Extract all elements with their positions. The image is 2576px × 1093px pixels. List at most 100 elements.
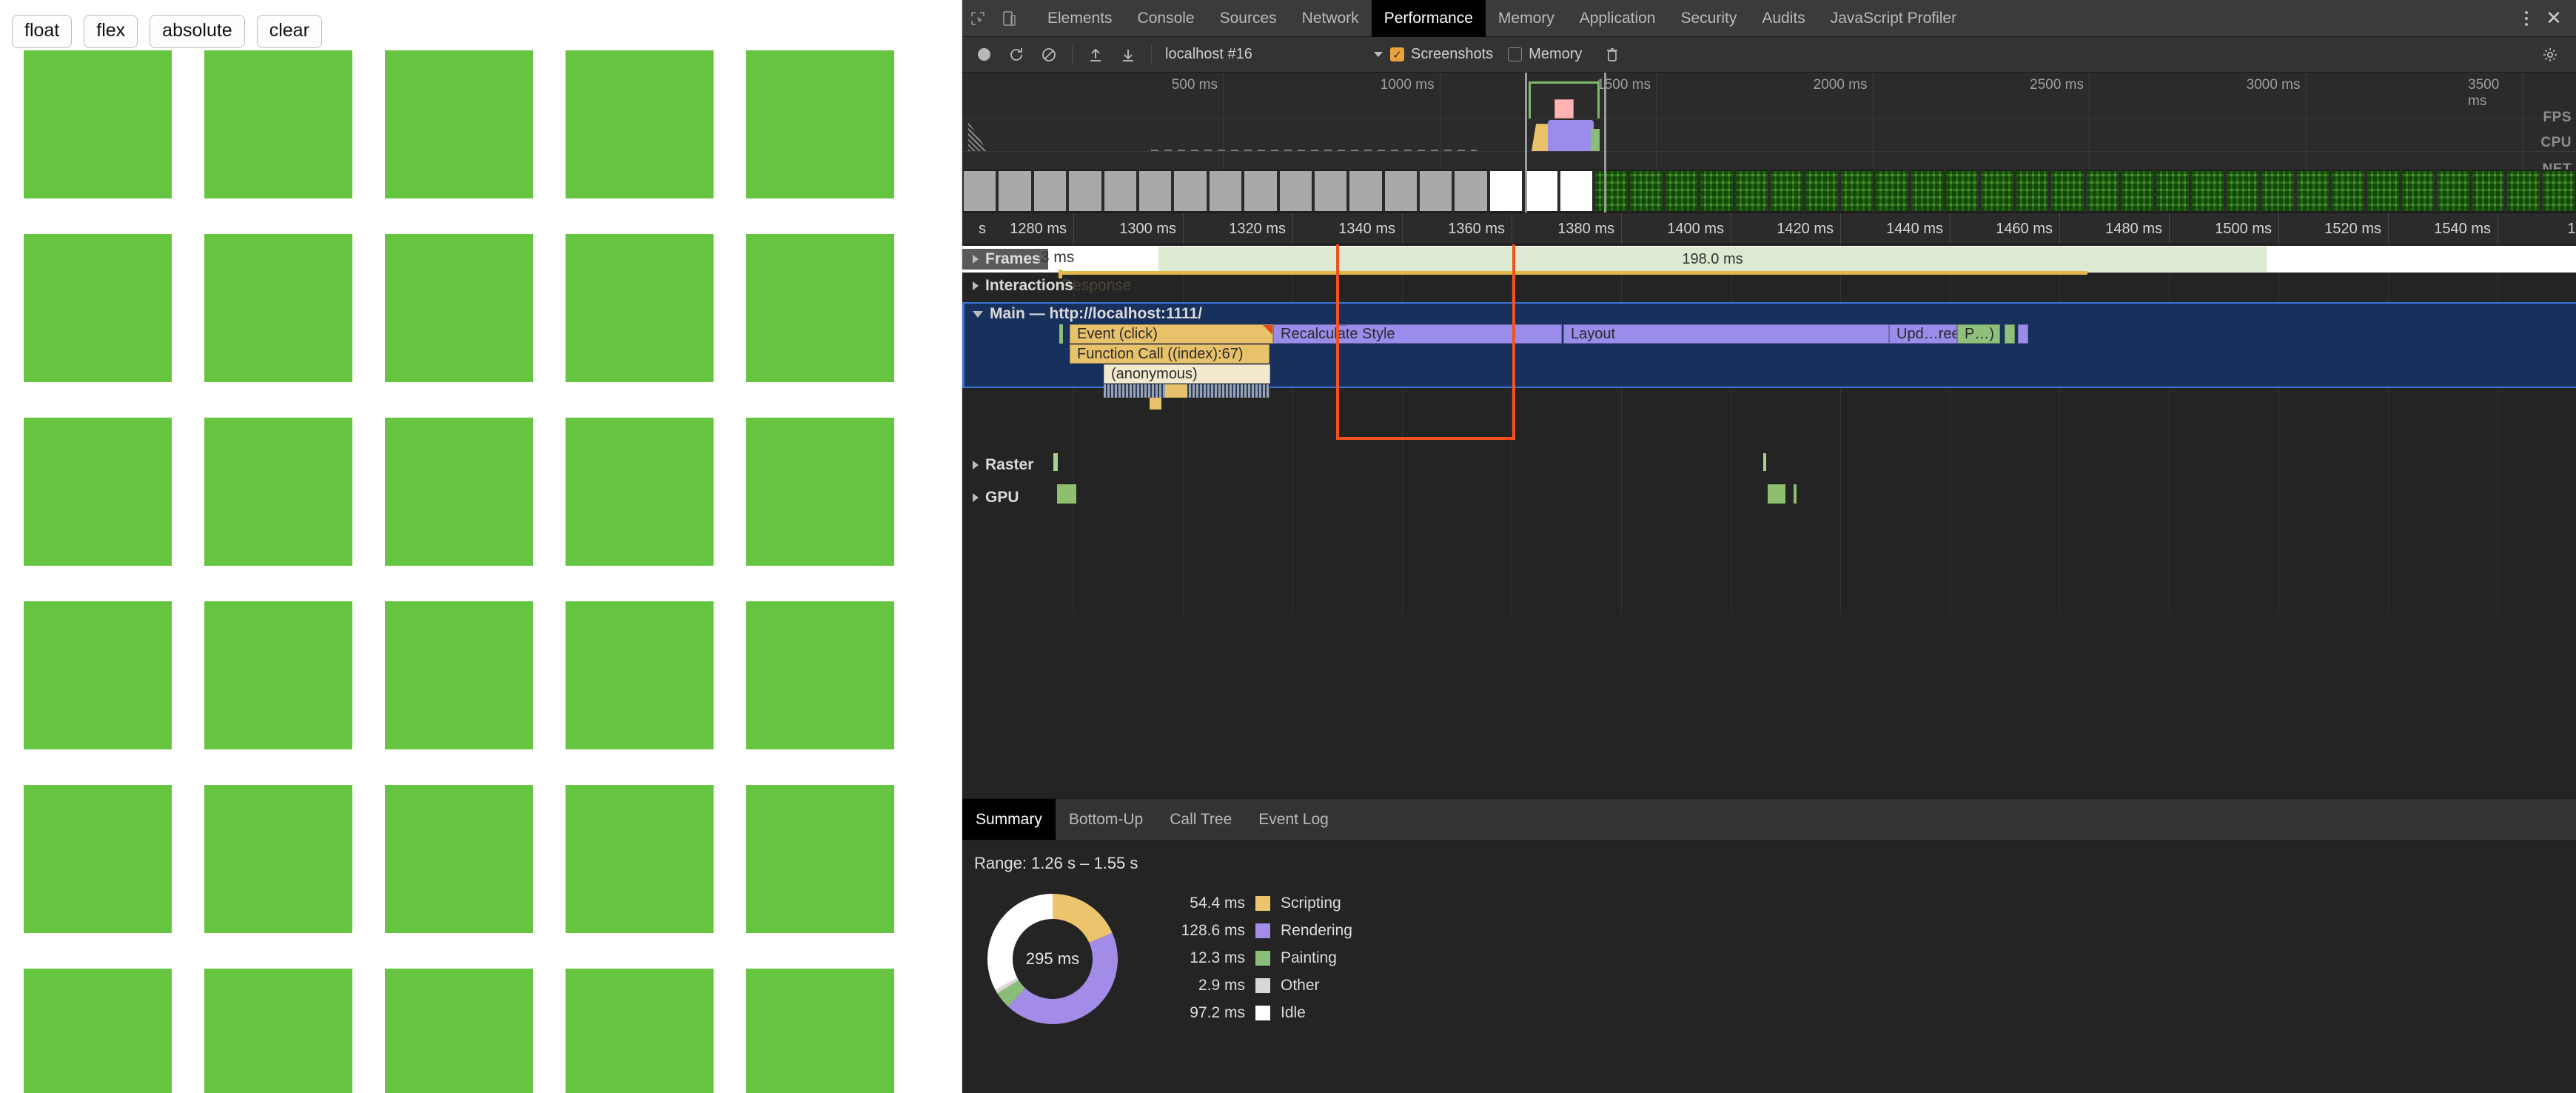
- inspect-element-icon[interactable]: [962, 3, 993, 34]
- filmstrip-frame[interactable]: [1910, 170, 1945, 213]
- filmstrip-frame[interactable]: [2330, 170, 2365, 213]
- filmstrip-frame[interactable]: [1699, 170, 1734, 213]
- flamechart[interactable]: 198.0 ms.3 msFramesInteractionsResponseM…: [962, 244, 2576, 615]
- details-tab-event-log[interactable]: Event Log: [1245, 799, 1342, 840]
- flame-event[interactable]: P…): [1957, 324, 2000, 344]
- flame-event[interactable]: (anonymous): [1104, 364, 1270, 384]
- filmstrip-frame[interactable]: [1664, 170, 1699, 213]
- filmstrip-frame[interactable]: [1979, 170, 2014, 213]
- track-header-raster[interactable]: Raster: [962, 456, 1033, 474]
- filmstrip-frame[interactable]: [2401, 170, 2435, 213]
- tab-application[interactable]: Application: [1567, 0, 1668, 37]
- filmstrip-frame[interactable]: [2506, 170, 2540, 213]
- track-header-main[interactable]: Main — http://localhost:1111/: [962, 305, 1202, 323]
- filmstrip-frame[interactable]: [2541, 170, 2576, 213]
- collapse-arrow-icon[interactable]: [973, 311, 983, 318]
- filmstrip-frame[interactable]: [2050, 170, 2084, 213]
- tab-memory[interactable]: Memory: [1486, 0, 1567, 37]
- filmstrip-frame[interactable]: [2225, 170, 2260, 213]
- absolute-button[interactable]: absolute: [150, 15, 245, 48]
- filmstrip-frame[interactable]: [997, 170, 1032, 213]
- flame-event-small[interactable]: [2005, 324, 2015, 344]
- frame-duration-label[interactable]: 198.0 ms: [1158, 247, 2267, 272]
- expand-arrow-icon[interactable]: [973, 493, 979, 502]
- expand-arrow-icon[interactable]: [973, 255, 979, 264]
- timeline-overview[interactable]: 500 ms1000 ms1500 ms2000 ms2500 ms3000 m…: [962, 73, 2576, 213]
- filmstrip-frame[interactable]: [1804, 170, 1839, 213]
- filmstrip-frame[interactable]: [1839, 170, 1874, 213]
- collect-garbage-icon[interactable]: [1597, 39, 1628, 70]
- tab-console[interactable]: Console: [1125, 0, 1207, 37]
- tab-audits[interactable]: Audits: [1749, 0, 1817, 37]
- tab-elements[interactable]: Elements: [1035, 0, 1125, 37]
- gpu-event[interactable]: [1057, 484, 1076, 504]
- filmstrip-frame[interactable]: [1138, 170, 1173, 213]
- filmstrip-frame[interactable]: [1945, 170, 1979, 213]
- filmstrip-frame[interactable]: [2435, 170, 2470, 213]
- filmstrip-frame[interactable]: [2015, 170, 2050, 213]
- save-profile-icon[interactable]: [1113, 39, 1144, 70]
- filmstrip-frame[interactable]: [2295, 170, 2330, 213]
- flame-event-small[interactable]: [2018, 324, 2028, 344]
- tab-javascript-profiler[interactable]: JavaScript Profiler: [1818, 0, 1969, 37]
- filmstrip-frame[interactable]: [1383, 170, 1418, 213]
- raster-event[interactable]: [1763, 453, 1766, 471]
- tab-security[interactable]: Security: [1668, 0, 1749, 37]
- clear-button[interactable]: clear: [257, 15, 322, 48]
- filmstrip-frame[interactable]: [1769, 170, 1804, 213]
- filmstrip-frame[interactable]: [1243, 170, 1278, 213]
- screenshots-checkbox[interactable]: ✓ Screenshots: [1390, 46, 1493, 63]
- track-header-frames[interactable]: Frames: [962, 249, 1048, 270]
- flame-event-marker[interactable]: [1059, 324, 1063, 344]
- overview-selection-window[interactable]: [1525, 73, 1606, 213]
- flame-event[interactable]: Function Call ((index):67): [1070, 344, 1269, 364]
- filmstrip-frame[interactable]: [1629, 170, 1663, 213]
- session-select[interactable]: localhost #16: [1159, 42, 1389, 67]
- tab-sources[interactable]: Sources: [1207, 0, 1289, 37]
- filmstrip-frame[interactable]: [2190, 170, 2225, 213]
- filmstrip-frame[interactable]: [1418, 170, 1453, 213]
- interaction-response-bar[interactable]: [1059, 271, 2087, 275]
- reload-and-record-icon[interactable]: [1001, 39, 1032, 70]
- details-tab-summary[interactable]: Summary: [962, 799, 1056, 840]
- device-toolbar-icon[interactable]: [993, 3, 1024, 34]
- load-profile-icon[interactable]: [1080, 39, 1111, 70]
- filmstrip-frame[interactable]: [1734, 170, 1769, 213]
- more-options-icon[interactable]: [2514, 11, 2539, 26]
- gpu-event[interactable]: [1794, 484, 1797, 504]
- gpu-event[interactable]: [1768, 484, 1785, 504]
- details-tab-call-tree[interactable]: Call Tree: [1156, 799, 1245, 840]
- flame-event[interactable]: Recalculate Style: [1273, 324, 1562, 344]
- tab-performance[interactable]: Performance: [1372, 0, 1486, 37]
- filmstrip-frame[interactable]: [1313, 170, 1348, 213]
- filmstrip-frame[interactable]: [2471, 170, 2506, 213]
- tab-network[interactable]: Network: [1289, 0, 1372, 37]
- flame-event[interactable]: Event (click): [1070, 324, 1273, 344]
- track-header-interactions[interactable]: Interactions: [962, 277, 1073, 295]
- flame-event[interactable]: Upd…ree: [1889, 324, 1957, 344]
- filmstrip-frame[interactable]: [1208, 170, 1243, 213]
- flame-event[interactable]: Layout: [1563, 324, 1889, 344]
- filmstrip-frame[interactable]: [2085, 170, 2120, 213]
- record-button[interactable]: [968, 39, 999, 70]
- float-button[interactable]: float: [12, 15, 72, 48]
- details-tab-bottom-up[interactable]: Bottom-Up: [1056, 799, 1156, 840]
- expand-arrow-icon[interactable]: [973, 461, 979, 469]
- flex-button[interactable]: flex: [84, 15, 138, 48]
- filmstrip-frame[interactable]: [1278, 170, 1313, 213]
- clear-recording-icon[interactable]: [1033, 39, 1064, 70]
- filmstrip-frame[interactable]: [1874, 170, 1909, 213]
- filmstrip-frame[interactable]: [962, 170, 997, 213]
- filmstrip-frame[interactable]: [1348, 170, 1383, 213]
- flame-event[interactable]: Layout: [1338, 324, 1346, 326]
- filmstrip-frame[interactable]: [1453, 170, 1488, 213]
- raster-event[interactable]: [1053, 453, 1058, 471]
- gear-icon[interactable]: [2535, 39, 2566, 70]
- filmstrip[interactable]: [962, 170, 2576, 213]
- filmstrip-frame[interactable]: [2155, 170, 2190, 213]
- filmstrip-frame[interactable]: [1173, 170, 1207, 213]
- filmstrip-frame[interactable]: [2260, 170, 2295, 213]
- filmstrip-frame[interactable]: [2120, 170, 2155, 213]
- filmstrip-frame[interactable]: [1067, 170, 1102, 213]
- memory-checkbox[interactable]: Memory: [1508, 46, 1582, 63]
